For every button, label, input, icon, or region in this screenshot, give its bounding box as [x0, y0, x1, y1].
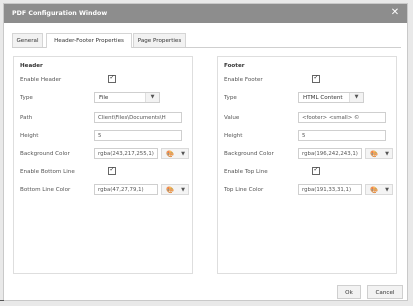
- window-titlebar[interactable]: PDF Configuration Window ✕: [4, 4, 407, 23]
- tab-header-footer[interactable]: Header-Footer Properties: [46, 33, 132, 48]
- footer-line-color-input[interactable]: rgba(191,33,31,1): [298, 184, 362, 195]
- enable-footer-checkbox[interactable]: ✓: [312, 73, 320, 83]
- footer-value-input[interactable]: <footer> <small> ©: [298, 112, 386, 123]
- chevron-down-icon: ▼: [181, 187, 185, 193]
- header-panel-title: Header: [20, 63, 43, 69]
- enable-bottom-line-checkbox[interactable]: ✓: [108, 165, 116, 175]
- checkbox-tick-icon: ✓: [313, 165, 319, 173]
- header-path-label: Path: [20, 115, 33, 121]
- ok-button[interactable]: Ok: [337, 285, 361, 299]
- footer-height-input[interactable]: 5: [298, 130, 386, 141]
- window-title: PDF Configuration Window: [12, 10, 108, 17]
- checkbox-tick-icon: ✓: [313, 73, 319, 81]
- header-line-color-picker[interactable]: 🎨 ▼: [161, 184, 189, 195]
- edge-mark: [0, 300, 4, 301]
- header-height-input[interactable]: 5: [94, 130, 182, 141]
- header-enable-label: Enable Header: [20, 77, 62, 83]
- chevron-down-icon: ▼: [349, 93, 363, 102]
- header-line-color-row: Bottom Line Color rgba(47,27,79,1) 🎨 ▼: [14, 184, 192, 196]
- enable-header-checkbox[interactable]: ✓: [108, 73, 116, 83]
- footer-bg-row: Background Color rgba(196,242,243,1) 🎨 ▼: [218, 148, 396, 160]
- footer-type-row: Type HTML Content ▼: [218, 92, 396, 104]
- header-type-row: Type File ▼: [14, 92, 192, 104]
- palette-icon: 🎨: [166, 185, 175, 194]
- footer-top-line-label: Enable Top Line: [224, 169, 268, 175]
- cancel-button[interactable]: Cancel: [367, 285, 403, 299]
- footer-height-row: Height 5: [218, 130, 396, 142]
- footer-type-value: HTML Content: [303, 95, 343, 101]
- header-type-select[interactable]: File ▼: [94, 92, 160, 103]
- footer-panel-title: Footer: [224, 63, 245, 69]
- header-bg-color-picker[interactable]: 🎨 ▼: [161, 148, 189, 159]
- header-height-label: Height: [20, 133, 39, 139]
- palette-icon: 🎨: [370, 149, 379, 158]
- header-path-input[interactable]: Client\Files\Documents\H: [94, 112, 182, 123]
- tab-general[interactable]: General: [12, 33, 43, 47]
- header-type-value: File: [99, 95, 109, 101]
- footer-top-line-row: Enable Top Line ✓: [218, 166, 396, 178]
- header-panel: Header Enable Header ✓ Type File ▼ Path …: [13, 56, 193, 274]
- footer-bg-color-picker[interactable]: 🎨 ▼: [365, 148, 393, 159]
- chevron-down-icon: ▼: [145, 93, 159, 102]
- pdf-config-window: PDF Configuration Window ✕ General Heade…: [3, 3, 408, 301]
- palette-icon: 🎨: [370, 185, 379, 194]
- checkbox-tick-icon: ✓: [109, 165, 115, 173]
- footer-enable-label: Enable Footer: [224, 77, 263, 83]
- footer-line-color-picker[interactable]: 🎨 ▼: [365, 184, 393, 195]
- footer-bg-color-input[interactable]: rgba(196,242,243,1): [298, 148, 362, 159]
- chevron-down-icon: ▼: [181, 151, 185, 157]
- header-bg-label: Background Color: [20, 151, 70, 157]
- header-type-label: Type: [20, 95, 33, 101]
- footer-bg-label: Background Color: [224, 151, 274, 157]
- header-line-color-input[interactable]: rgba(47,27,79,1): [94, 184, 158, 195]
- enable-top-line-checkbox[interactable]: ✓: [312, 165, 320, 175]
- palette-icon: 🎨: [166, 149, 175, 158]
- header-path-row: Path Client\Files\Documents\H: [14, 112, 192, 124]
- chevron-down-icon: ▼: [385, 187, 389, 193]
- footer-line-color-label: Top Line Color: [224, 187, 264, 193]
- footer-line-color-row: Top Line Color rgba(191,33,31,1) 🎨 ▼: [218, 184, 396, 196]
- tab-page-properties[interactable]: Page Properties: [133, 33, 186, 47]
- footer-type-select[interactable]: HTML Content ▼: [298, 92, 364, 103]
- header-enable-row: Enable Header ✓: [14, 74, 192, 86]
- header-bg-color-input[interactable]: rgba(243,217,255,1): [94, 148, 158, 159]
- header-height-row: Height 5: [14, 130, 192, 142]
- chevron-down-icon: ▼: [385, 151, 389, 157]
- footer-panel: Footer Enable Footer ✓ Type HTML Content…: [217, 56, 397, 274]
- close-icon[interactable]: ✕: [389, 7, 401, 19]
- header-line-color-label: Bottom Line Color: [20, 187, 71, 193]
- tab-bar: General Header-Footer Properties Page Pr…: [12, 33, 401, 48]
- footer-value-label: Value: [224, 115, 240, 121]
- footer-type-label: Type: [224, 95, 237, 101]
- footer-enable-row: Enable Footer ✓: [218, 74, 396, 86]
- header-bottom-line-row: Enable Bottom Line ✓: [14, 166, 192, 178]
- footer-height-label: Height: [224, 133, 243, 139]
- checkbox-tick-icon: ✓: [109, 73, 115, 81]
- header-bottom-line-label: Enable Bottom Line: [20, 169, 75, 175]
- header-bg-row: Background Color rgba(243,217,255,1) 🎨 ▼: [14, 148, 192, 160]
- footer-value-row: Value <footer> <small> ©: [218, 112, 396, 124]
